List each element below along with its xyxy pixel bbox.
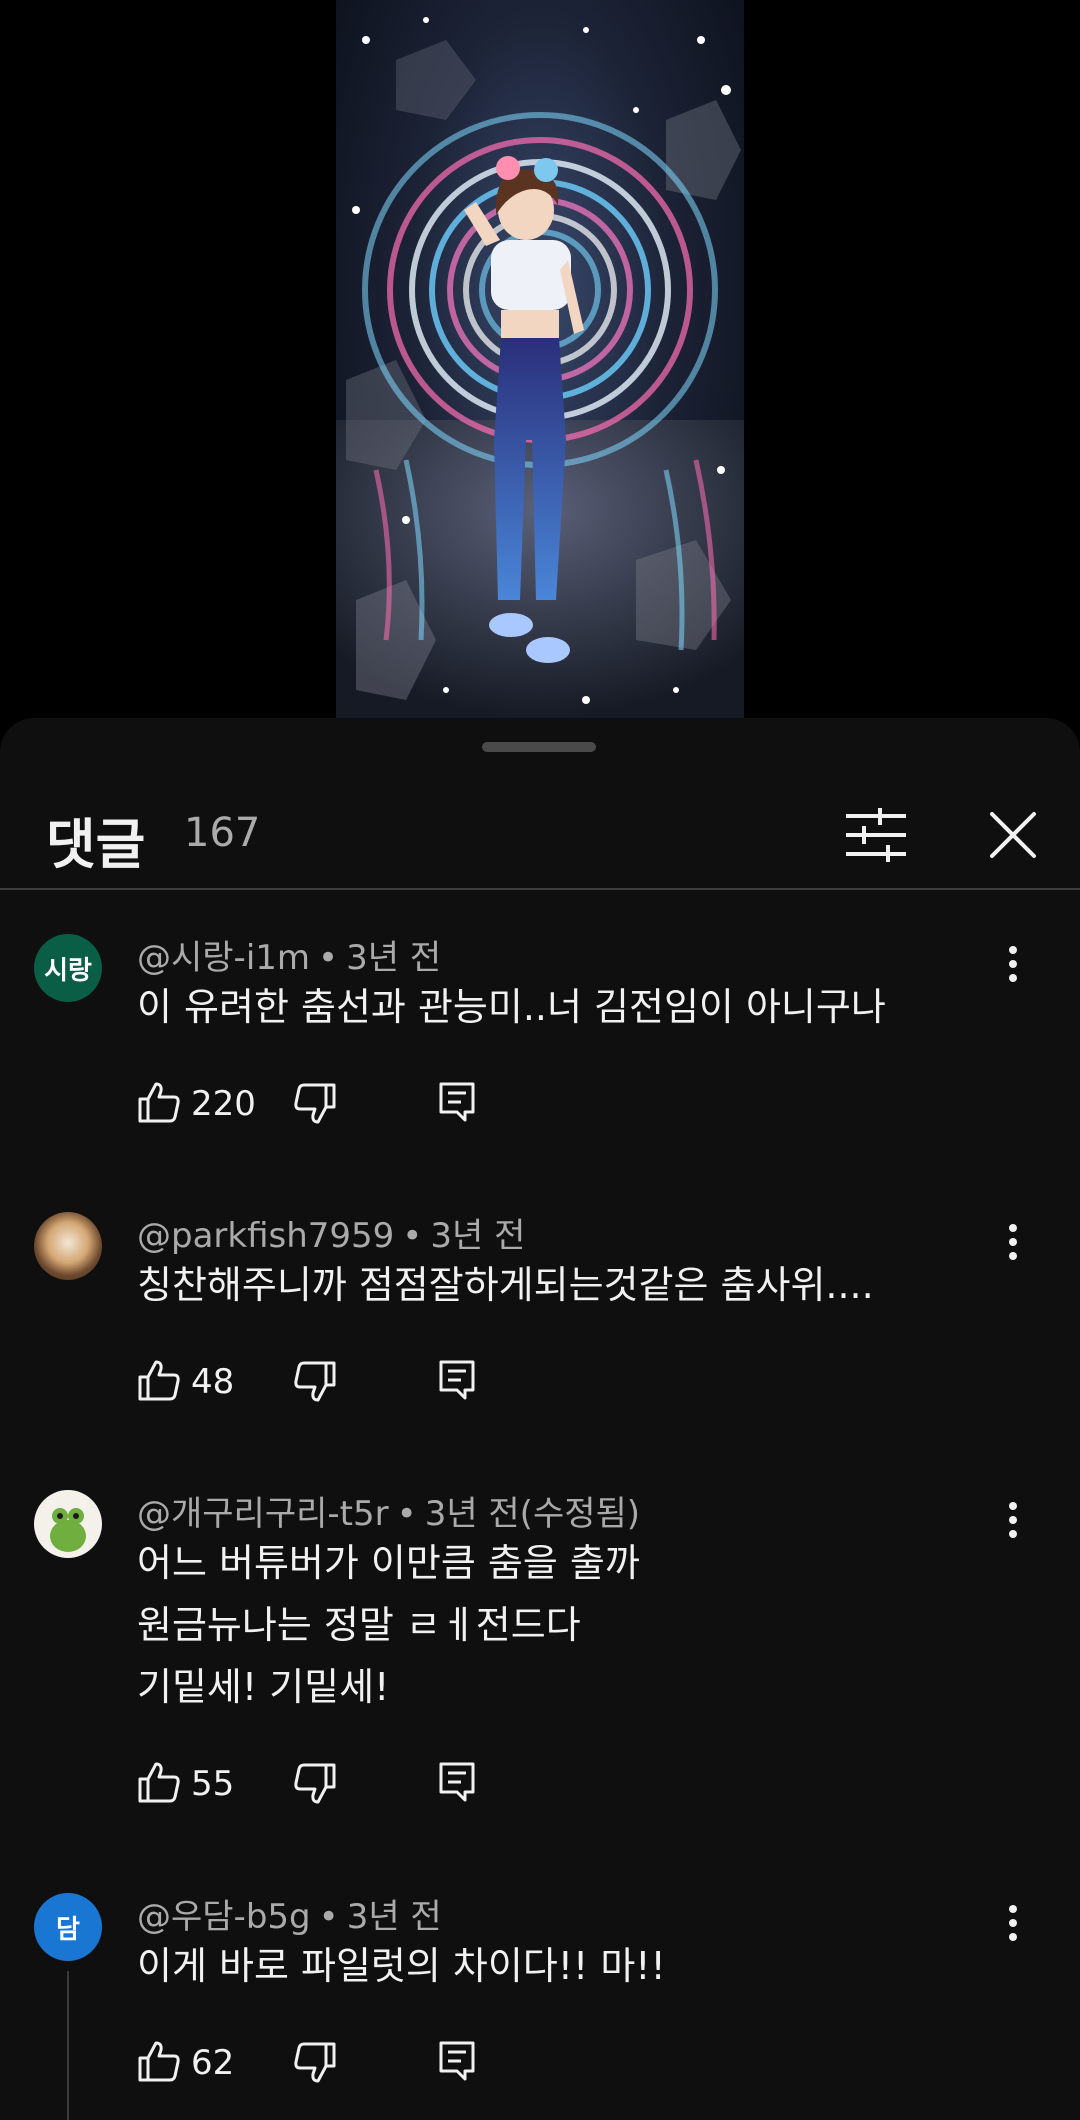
meta-separator: • (318, 1897, 339, 1937)
like-button[interactable] (137, 1760, 181, 1804)
comment-text: 이게 바로 파일럿의 차이다!! 마!! (137, 1935, 666, 1997)
meta-separator: • (402, 1216, 423, 1256)
reply-thread-line (67, 1971, 69, 2120)
comment-actions: 48 (137, 1358, 537, 1408)
video-player[interactable] (0, 0, 1080, 720)
comment-meta: @시랑-i1m • 3년 전 (137, 930, 441, 979)
reply-comment-icon (439, 1082, 475, 1122)
more-vert-icon (1009, 1502, 1017, 1538)
comment-meta: @우담-b5g • 3년 전 (137, 1889, 442, 1938)
reply-comment-icon (439, 2041, 475, 2081)
avatar[interactable]: 시랑 (34, 934, 102, 1002)
like-count: 48 (191, 1362, 235, 1402)
thumb-up-icon (138, 1082, 180, 1123)
comment-time: 3년 전 (430, 1216, 526, 1256)
reply-button[interactable] (437, 1358, 477, 1402)
comment-time: 3년 전(수정됨) (424, 1494, 641, 1534)
reply-button[interactable] (437, 2039, 477, 2083)
comments-title: 댓글 (46, 813, 146, 876)
comment-more-button[interactable] (996, 940, 1030, 988)
like-count: 55 (191, 1764, 235, 1804)
reply-button[interactable] (437, 1760, 477, 1804)
comment-actions: 62 (137, 2039, 537, 2089)
comment-more-button[interactable] (996, 1899, 1030, 1947)
comment-actions: 55 (137, 1760, 537, 1810)
thumb-up-icon (138, 1360, 180, 1401)
video-thumbnail-illustration (336, 17, 744, 718)
meta-separator: • (396, 1494, 417, 1534)
dislike-button[interactable] (293, 2041, 337, 2085)
comment-meta: @개구리구리-t5r • 3년 전(수정됨) (137, 1486, 640, 1535)
dislike-button[interactable] (293, 1082, 337, 1126)
header-divider (0, 888, 1080, 890)
video-frame[interactable] (336, 0, 744, 718)
comment-author[interactable]: @parkfish7959 (137, 1216, 394, 1256)
thumb-up-icon (138, 1762, 180, 1803)
comment-text: 어느 버튜버가 이만큼 춤을 출까 원금뉴나는 정말 ㄹㅔ전드다 기밑세! 기밑… (137, 1532, 640, 1718)
reply-button[interactable] (437, 1080, 477, 1124)
more-vert-icon (1009, 1224, 1017, 1260)
comment-more-button[interactable] (996, 1218, 1030, 1266)
meta-separator: • (318, 938, 339, 978)
dislike-button[interactable] (293, 1360, 337, 1404)
sheet-drag-handle[interactable] (482, 742, 596, 752)
comment-meta: @parkfish7959 • 3년 전 (137, 1208, 525, 1257)
thumb-up-icon (138, 2041, 180, 2082)
comment-line: 원금뉴나는 정말 ㄹㅔ전드다 (137, 1603, 581, 1647)
avatar-initials: 담 (56, 1914, 80, 1945)
comment-author[interactable]: @시랑-i1m (137, 938, 310, 978)
close-button[interactable] (984, 806, 1042, 864)
close-icon (990, 812, 1036, 858)
more-vert-icon (1009, 946, 1017, 982)
like-count: 62 (191, 2043, 235, 2083)
frog-avatar-icon (50, 1508, 86, 1552)
avatar[interactable] (34, 1490, 102, 1558)
comment-author[interactable]: @우담-b5g (137, 1897, 311, 1937)
comments-count: 167 (184, 810, 261, 856)
comment-time: 3년 전 (346, 1897, 442, 1937)
comment-line: 이게 바로 파일럿의 차이다!! 마!! (137, 1944, 666, 1988)
avatar[interactable]: 담 (34, 1893, 102, 1961)
avatar-initials: 시랑 (44, 955, 92, 986)
avatar[interactable] (34, 1212, 102, 1280)
reply-comment-icon (439, 1762, 475, 1802)
comment-line: 어느 버튜버가 이만큼 춤을 출까 (137, 1541, 640, 1585)
comment-more-button[interactable] (996, 1496, 1030, 1544)
comment-time: 3년 전 (346, 938, 442, 978)
thumb-down-icon (294, 2042, 336, 2083)
sort-filter-button[interactable] (846, 807, 906, 863)
reply-comment-icon (439, 1360, 475, 1400)
comment-line: 칭찬해주니까 점점잘하게되는것같은 춤사위.... (137, 1263, 874, 1307)
comment-line: 이 유려한 춤선과 관능미..너 김전임이 아니구나 (137, 985, 886, 1029)
like-count: 220 (191, 1084, 256, 1124)
comment-line: 기밑세! 기밑세! (137, 1665, 390, 1709)
sort-filter-icon (846, 807, 906, 863)
comment-text: 이 유려한 춤선과 관능미..너 김전임이 아니구나 (137, 976, 886, 1038)
dislike-button[interactable] (293, 1762, 337, 1806)
like-button[interactable] (137, 2039, 181, 2083)
like-button[interactable] (137, 1358, 181, 1402)
more-vert-icon (1009, 1905, 1017, 1941)
comments-sheet: 댓글 167 시랑 @시랑-i1m • 3년 전 이 유려한 춤선과 관능미..… (0, 718, 1080, 2120)
thumb-down-icon (294, 1083, 336, 1124)
like-button[interactable] (137, 1080, 181, 1124)
comment-author[interactable]: @개구리구리-t5r (137, 1494, 389, 1534)
thumb-down-icon (294, 1361, 336, 1402)
thumb-down-icon (294, 1763, 336, 1804)
comment-text: 칭찬해주니까 점점잘하게되는것같은 춤사위.... (137, 1254, 874, 1316)
comments-header: 댓글 167 (0, 778, 1080, 888)
comment-actions: 220 (137, 1080, 537, 1130)
